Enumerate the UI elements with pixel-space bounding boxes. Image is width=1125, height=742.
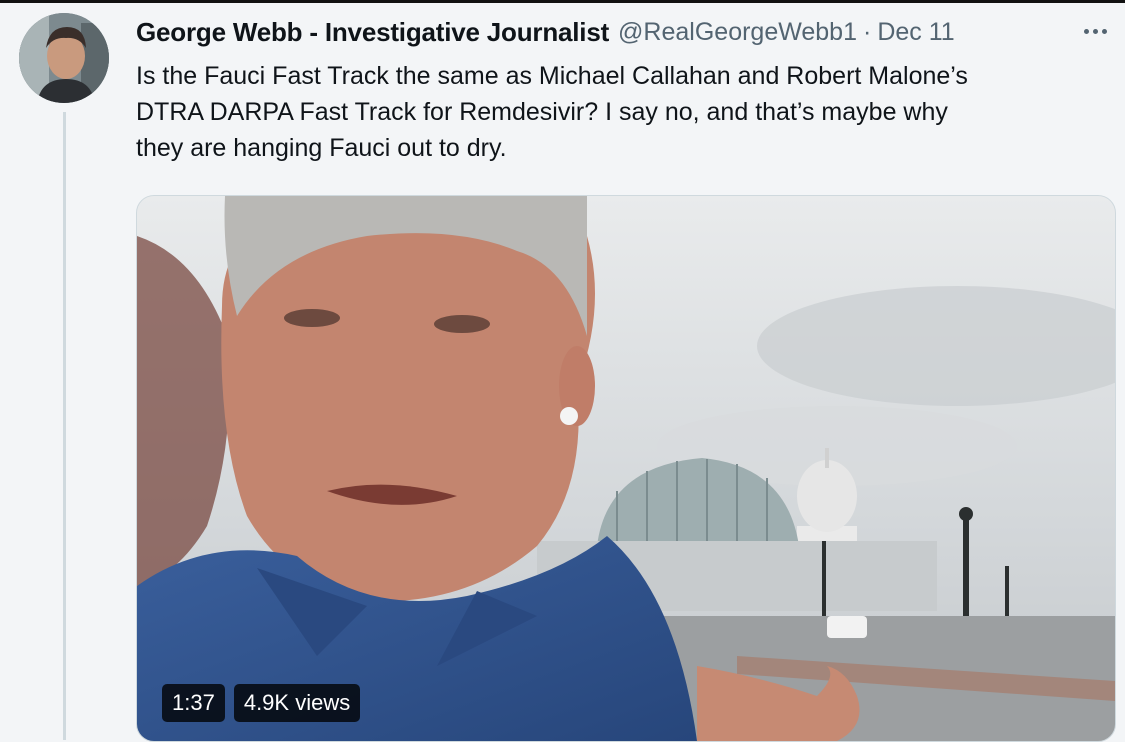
video-thumbnail xyxy=(137,196,1115,741)
avatar[interactable] xyxy=(19,13,109,103)
more-dot xyxy=(1092,28,1098,34)
video-views-badge: 4.9K views xyxy=(233,684,361,722)
thread-connector-line xyxy=(63,112,66,740)
video-duration-badge: 1:37 xyxy=(162,684,225,722)
tweet-header: George Webb - Investigative Journalist @… xyxy=(136,14,955,50)
avatar-image xyxy=(19,13,109,103)
separator-dot: · xyxy=(863,17,872,46)
more-dot xyxy=(1083,28,1089,34)
video-player[interactable]: 1:37 4.9K views xyxy=(136,195,1116,742)
tweet-text: Is the Fauci Fast Track the same as Mich… xyxy=(136,62,968,162)
top-border xyxy=(0,0,1125,3)
tweet-date[interactable]: Dec 11 xyxy=(877,18,954,47)
author-name[interactable]: George Webb - Investigative Journalist xyxy=(136,17,609,48)
more-dot xyxy=(1101,28,1107,34)
video-badges: 1:37 4.9K views xyxy=(162,684,361,722)
author-handle[interactable]: @RealGeorgeWebb1 xyxy=(618,18,857,47)
more-dots-icon[interactable] xyxy=(1075,18,1115,44)
